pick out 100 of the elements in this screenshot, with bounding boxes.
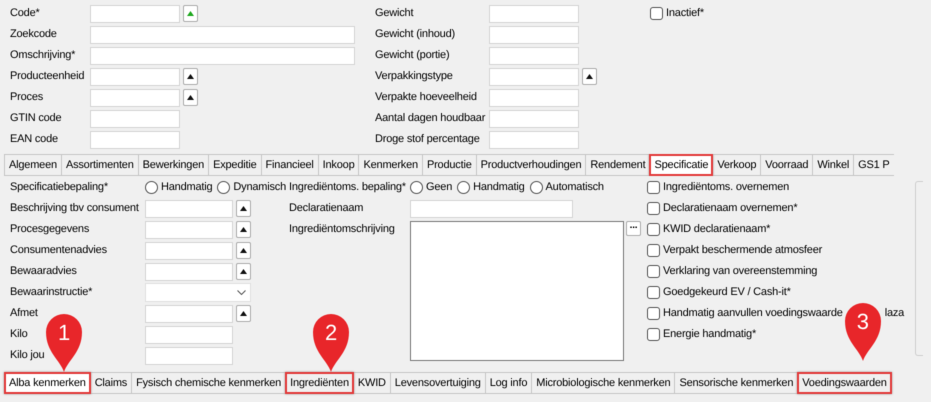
lookup-button[interactable] xyxy=(236,263,251,280)
tab[interactable]: Sensorische kenmerken xyxy=(674,372,798,394)
text-field[interactable] xyxy=(90,26,355,44)
text-field[interactable] xyxy=(145,220,233,238)
checkbox[interactable] xyxy=(647,181,660,194)
text-field[interactable] xyxy=(90,4,180,22)
dropdown-field[interactable] xyxy=(145,283,251,302)
lookup-button[interactable] xyxy=(183,68,198,85)
text-field[interactable] xyxy=(489,68,579,86)
lookup-button[interactable] xyxy=(236,305,251,322)
text-field[interactable] xyxy=(145,200,233,218)
field-label: Ingrediëntoms. bepaling* xyxy=(289,181,406,194)
checkbox-label: Handmatig aanvullen voedingswaarde xyxy=(663,306,843,322)
field-label: Beschrijving tbv consument xyxy=(10,202,139,214)
triangle-up-icon xyxy=(187,11,194,16)
checkbox[interactable] xyxy=(647,328,660,341)
field-label: Droge stof percentage xyxy=(375,133,480,146)
radio-label: Geen xyxy=(426,180,452,196)
checkbox[interactable] xyxy=(647,202,660,215)
checkbox-label: Verklaring van overeenstemming xyxy=(663,264,818,280)
tab[interactable]: KWID xyxy=(352,372,391,394)
callout-marker: 1 xyxy=(44,312,84,372)
tab[interactable]: Assortimenten xyxy=(60,154,139,176)
triangle-up-icon xyxy=(187,95,194,100)
field-label: Verpakte hoeveelheid xyxy=(375,91,477,104)
tab[interactable]: Specificatie xyxy=(649,154,714,176)
text-field[interactable] xyxy=(145,262,233,280)
lookup-button[interactable] xyxy=(582,68,597,85)
lookup-button[interactable] xyxy=(236,200,251,217)
radio-button[interactable] xyxy=(410,181,423,194)
tab[interactable]: Winkel xyxy=(812,154,854,176)
tab[interactable]: Log info xyxy=(484,372,532,394)
field-label: Kilo jou xyxy=(10,349,44,362)
tab[interactable]: Voedingswaarden xyxy=(797,372,892,394)
tab[interactable]: Microbiologische kenmerken xyxy=(531,372,676,394)
tab[interactable]: Productverhoudingen xyxy=(476,154,586,176)
field-label: Producteenheid xyxy=(10,70,84,82)
field-label: Zoekcode xyxy=(10,28,57,40)
text-field[interactable] xyxy=(489,4,579,22)
lookup-button[interactable] xyxy=(236,242,251,259)
callout-marker: 2 xyxy=(311,312,351,372)
field-label: Bewaaradvies xyxy=(10,265,77,278)
checkbox[interactable] xyxy=(647,244,660,257)
checkbox[interactable] xyxy=(650,7,663,20)
radio-label: Dynamisch xyxy=(233,180,286,196)
tab[interactable]: Bewerkingen xyxy=(138,154,210,176)
tab[interactable]: Ingrediënten xyxy=(285,372,354,394)
triangle-up-icon xyxy=(586,74,593,79)
checkbox-label: Inactief* xyxy=(666,6,704,22)
tab[interactable]: Fysisch chemische kenmerken xyxy=(131,372,286,394)
tab[interactable]: Kenmerken xyxy=(358,154,423,176)
radio-button[interactable] xyxy=(217,181,230,194)
radio-button[interactable] xyxy=(457,181,470,194)
text-field[interactable] xyxy=(489,130,579,148)
text-field[interactable] xyxy=(90,130,180,148)
radio-button[interactable] xyxy=(145,181,158,194)
field-label: Gewicht (inhoud) xyxy=(375,28,455,40)
checkbox[interactable] xyxy=(647,265,660,278)
tab[interactable]: Productie xyxy=(422,154,477,176)
text-field[interactable] xyxy=(145,326,233,344)
tab[interactable]: Financieel xyxy=(260,154,319,176)
radio-label: Handmatig xyxy=(161,180,212,196)
text-field[interactable] xyxy=(489,46,579,64)
text-field[interactable] xyxy=(90,68,180,86)
field-label: Bewaarinstructie* xyxy=(10,286,92,298)
tab[interactable]: Voorraad xyxy=(760,154,814,176)
tab[interactable]: Algemeen xyxy=(4,154,62,176)
tab[interactable]: Alba kenmerken xyxy=(4,372,91,394)
tab[interactable]: Verkoop xyxy=(712,154,762,176)
text-field[interactable] xyxy=(489,26,579,44)
tab[interactable]: Expeditie xyxy=(208,154,262,176)
checkbox-label: Energie handmatig* xyxy=(663,327,756,342)
text-field[interactable] xyxy=(90,46,355,64)
text-field[interactable] xyxy=(145,304,233,322)
triangle-up-icon xyxy=(240,269,247,274)
callout-marker: 3 xyxy=(842,300,883,360)
tab[interactable]: Claims xyxy=(90,372,132,394)
text-area[interactable] xyxy=(410,221,624,361)
checkbox-label: Verpakt beschermende atmosfeer xyxy=(663,243,822,258)
text-field[interactable] xyxy=(410,200,573,218)
radio-label: Automatisch xyxy=(546,180,604,196)
field-label: Procesgegevens xyxy=(10,223,90,236)
radio-button[interactable] xyxy=(530,181,543,194)
lookup-button[interactable] xyxy=(236,221,251,238)
tab[interactable]: GS1 P xyxy=(853,154,894,176)
text-field[interactable] xyxy=(489,88,579,106)
lookup-button[interactable] xyxy=(183,89,198,106)
ellipsis-button[interactable]: ... xyxy=(626,221,641,236)
checkbox[interactable] xyxy=(647,286,660,299)
triangle-up-icon xyxy=(240,206,247,211)
tab[interactable]: Inkoop xyxy=(318,154,360,176)
text-field[interactable] xyxy=(145,346,233,364)
tab[interactable]: Rendement xyxy=(585,154,650,176)
text-field[interactable] xyxy=(489,110,579,128)
text-field[interactable] xyxy=(90,110,180,128)
checkbox[interactable] xyxy=(647,223,660,236)
checkbox[interactable] xyxy=(647,307,660,320)
tab[interactable]: Levensovertuiging xyxy=(390,372,486,394)
text-field[interactable] xyxy=(145,242,233,260)
text-field[interactable] xyxy=(90,88,180,106)
